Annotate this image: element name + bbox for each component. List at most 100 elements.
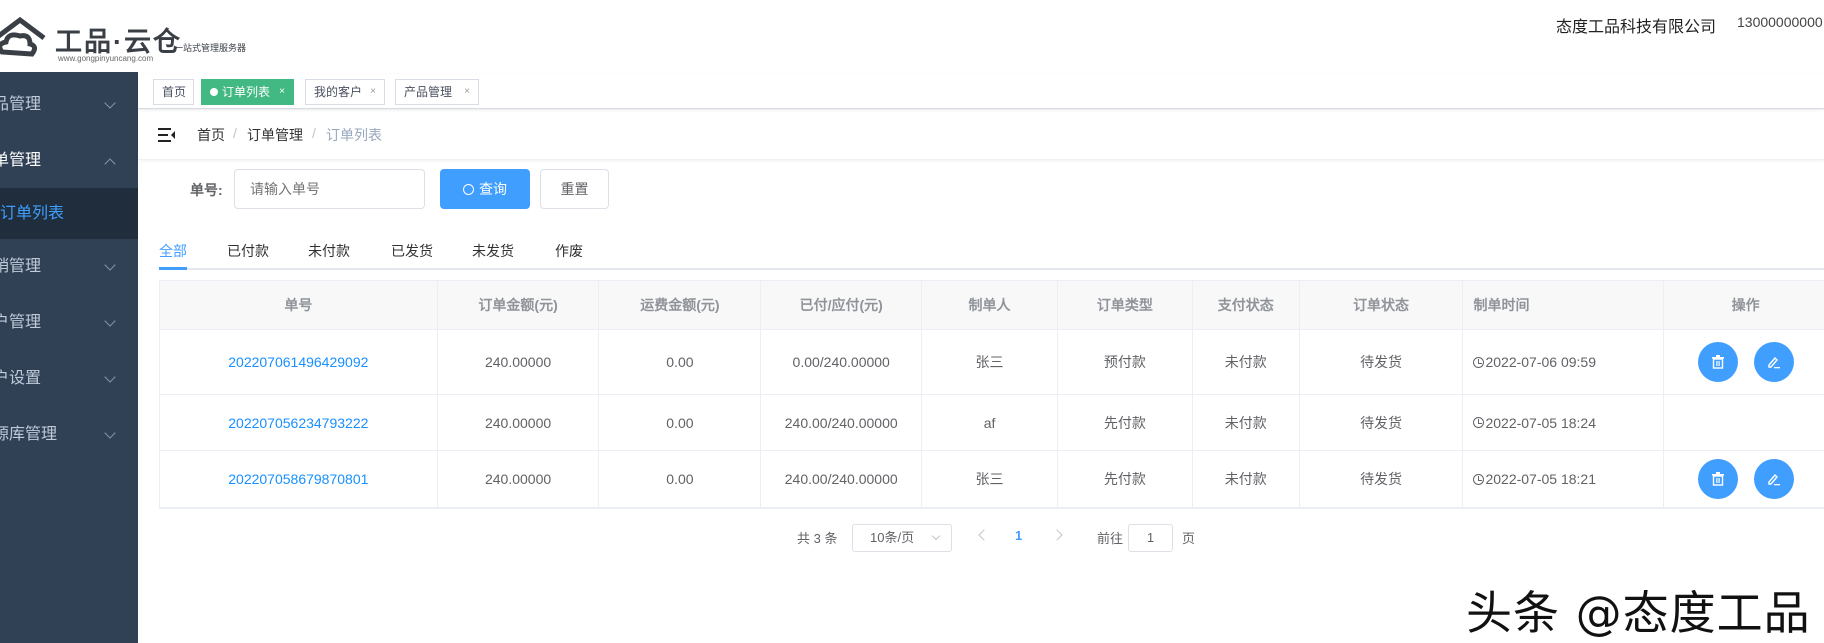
clock-icon <box>1473 417 1485 428</box>
breadcrumb-separator: / <box>233 125 237 141</box>
delete-button[interactable] <box>1698 459 1739 499</box>
creator: 张三 <box>975 471 1004 487</box>
edit-button[interactable] <box>1754 459 1795 499</box>
reset-button[interactable]: 重置 <box>540 169 609 209</box>
table-row: 202207061496429092 240.00000 0.00 0.00/240.… <box>160 330 1824 395</box>
order-status: 待发货 <box>1360 354 1403 370</box>
creator: af <box>983 414 996 431</box>
chevron-down-icon <box>931 531 941 541</box>
column-header: 支付状态 <box>1193 281 1300 329</box>
next-page-icon[interactable] <box>1051 529 1063 541</box>
sidebar-item-label: 户管理 <box>0 314 42 331</box>
sidebar-item-customer[interactable]: 户管理 <box>0 295 138 351</box>
trash-icon <box>1712 472 1725 486</box>
chevron-down-icon <box>104 315 116 327</box>
table-header-row: 单号 订单金额(元) 运费金额(元) 已付/应付(元) 制单人 订单类型 支付状态 订单状态制… <box>160 281 1824 330</box>
logo-cloud-house-icon <box>0 16 46 57</box>
sidebar-item-marketing[interactable]: 销管理 <box>0 239 138 295</box>
payment-status: 未付款 <box>1224 471 1267 487</box>
sidebar-item-resource-library[interactable]: 源库管理 <box>0 407 138 463</box>
goto-page-input[interactable]: 1 <box>1128 524 1173 552</box>
column-header: 订单状态 <box>1300 281 1464 329</box>
order-status: 待发货 <box>1360 414 1403 431</box>
order-type: 预付款 <box>1103 354 1146 370</box>
tag-product-management[interactable]: 产品管理 × <box>395 79 479 105</box>
hamburger-icon[interactable] <box>158 127 176 143</box>
close-icon[interactable]: × <box>279 80 285 104</box>
paid-payable: 240.00/240.00000 <box>784 471 898 487</box>
payment-status: 未付款 <box>1224 354 1267 370</box>
search-icon <box>463 184 474 195</box>
column-header: 运费金额(元) <box>599 281 762 329</box>
prev-page-icon[interactable] <box>978 529 990 541</box>
edit-pencil-icon <box>1768 473 1781 486</box>
chevron-down-icon <box>104 259 116 271</box>
freight-amount: 0.00 <box>666 414 694 431</box>
paid-payable: 240.00/240.00000 <box>784 414 898 431</box>
watermark: 头条 @态度工品 <box>1466 586 1811 640</box>
order-number-input[interactable] <box>234 169 425 209</box>
active-dot-icon <box>210 88 218 96</box>
sidebar-item-label: 订单列表 <box>0 205 65 222</box>
tab-unshipped[interactable]: 未发货 <box>472 241 514 261</box>
breadcrumb-separator: / <box>312 125 316 141</box>
tab-unpaid[interactable]: 未付款 <box>308 241 350 261</box>
tab-void[interactable]: 作废 <box>555 241 583 261</box>
order-type: 先付款 <box>1103 414 1146 431</box>
column-header: 订单类型 <box>1058 281 1193 329</box>
orders-table: 单号 订单金额(元) 运费金额(元) 已付/应付(元) 制单人 订单类型 支付状态 订单状态制… <box>159 280 1824 509</box>
user-phone[interactable]: 13000000000 <box>1737 14 1823 30</box>
column-header: 制单人 <box>922 281 1058 329</box>
tab-paid[interactable]: 已付款 <box>227 241 269 261</box>
sidebar-item-order-list[interactable]: 订单列表 <box>0 188 138 239</box>
order-id-link[interactable]: 202207058679870801 <box>228 471 368 487</box>
trash-icon <box>1712 355 1725 369</box>
created-time: 2022-07-05 18:21 <box>1485 471 1597 487</box>
order-type: 先付款 <box>1103 471 1146 487</box>
order-id-link[interactable]: 202207061496429092 <box>228 354 368 370</box>
sidebar: 品管理 单管理 订单列表 销管理 户管理 户设置 源库管理 <box>0 72 138 643</box>
column-header: 单号 <box>160 281 438 329</box>
page-number-current[interactable]: 1 <box>1015 528 1022 543</box>
tabs-divider <box>159 268 1824 270</box>
tab-shipped[interactable]: 已发货 <box>391 241 433 261</box>
close-icon[interactable]: × <box>370 80 376 104</box>
close-icon[interactable]: × <box>464 80 470 104</box>
pagination-total: 共 3 条 <box>797 531 838 546</box>
tag-label: 产品管理 <box>404 85 453 99</box>
delete-button[interactable] <box>1698 342 1739 382</box>
chevron-down-icon <box>104 427 116 439</box>
chevron-up-icon <box>104 158 116 170</box>
column-header: 已付/应付(元) <box>761 281 923 329</box>
tab-all[interactable]: 全部 <box>159 241 187 261</box>
tag-home[interactable]: 首页 <box>153 79 194 105</box>
tag-label: 首页 <box>162 85 187 99</box>
edit-button[interactable] <box>1754 342 1795 382</box>
sidebar-item-label: 户设置 <box>0 370 42 387</box>
freight-amount: 0.00 <box>666 471 694 487</box>
clock-icon <box>1473 473 1485 485</box>
sidebar-item-label: 销管理 <box>0 258 42 275</box>
table-row: 202207056234793222 240.00000 0.00 240.00/24… <box>160 395 1824 451</box>
sidebar-item-account-settings[interactable]: 户设置 <box>0 351 138 407</box>
breadcrumb-order-management[interactable]: 订单管理 <box>247 125 303 145</box>
query-button[interactable]: 查询 <box>440 169 530 209</box>
company-name[interactable]: 态度工品科技有限公司 <box>1556 13 1716 37</box>
order-id-link[interactable]: 202207056234793222 <box>228 415 368 431</box>
order-number-label: 单号: <box>190 182 223 198</box>
sidebar-item-label: 品管理 <box>0 96 42 113</box>
tag-my-customers[interactable]: 我的客户 × <box>305 79 385 105</box>
clock-icon <box>1473 356 1485 368</box>
sidebar-item-label: 源库管理 <box>0 426 58 443</box>
freight-amount: 0.00 <box>666 354 694 370</box>
column-header: 操作 <box>1664 281 1824 329</box>
tag-order-list[interactable]: 订单列表 × <box>201 79 294 105</box>
created-time: 2022-07-05 18:24 <box>1485 414 1597 431</box>
page-size-select[interactable]: 10条/页 <box>852 524 952 552</box>
sidebar-item-order[interactable]: 单管理 <box>0 133 138 189</box>
tag-label: 我的客户 <box>314 85 363 99</box>
order-status: 待发货 <box>1360 471 1403 487</box>
breadcrumb-home[interactable]: 首页 <box>197 125 225 145</box>
order-amount: 240.00000 <box>484 354 552 370</box>
sidebar-item-product[interactable]: 品管理 <box>0 77 138 133</box>
